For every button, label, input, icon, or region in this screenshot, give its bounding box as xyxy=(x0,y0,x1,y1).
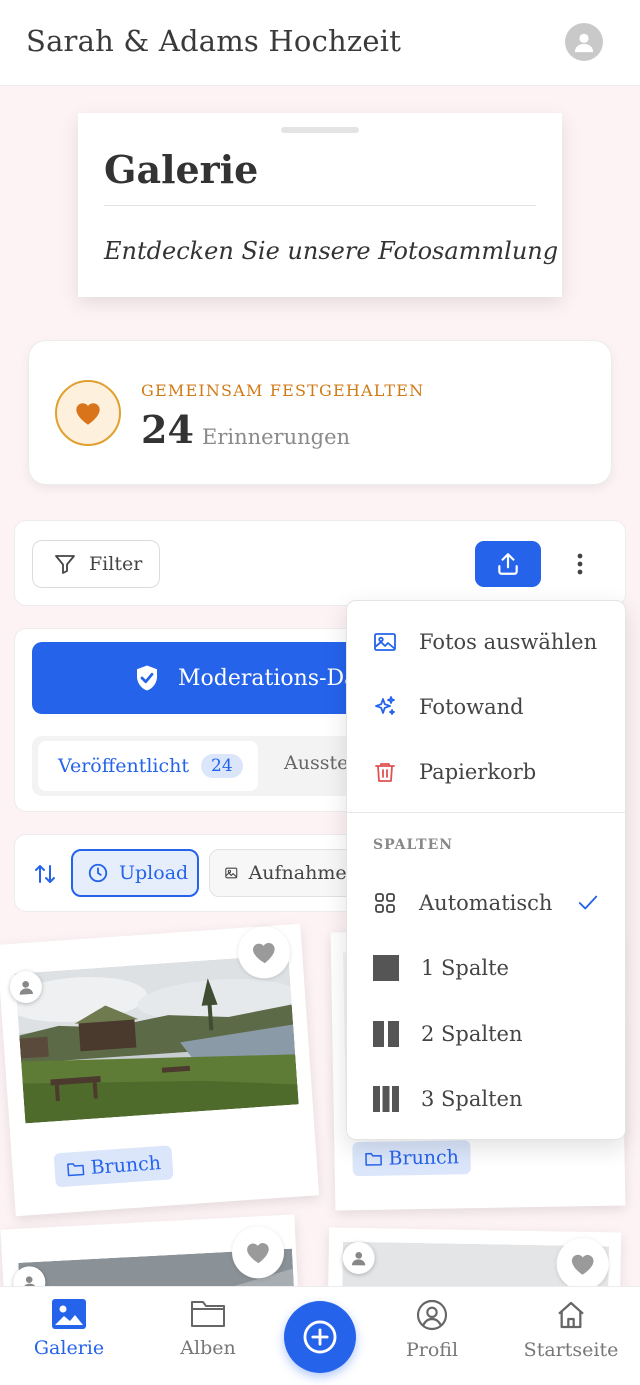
app-title: Sarah & Adams Hochzeit xyxy=(26,24,402,58)
heart-icon xyxy=(571,1254,594,1275)
memories-count: 24 xyxy=(141,407,194,452)
menu-item-label: 2 Spalten xyxy=(421,1022,523,1046)
trash-icon xyxy=(375,763,395,782)
user-icon xyxy=(351,1251,366,1266)
menu-item-columns-auto[interactable]: Automatisch xyxy=(347,875,627,931)
folder-icon xyxy=(365,1152,382,1166)
memories-card: GEMEINSAM FESTGEHALTEN 24 Erinnerungen xyxy=(28,340,612,485)
menu-item-columns-2[interactable]: 2 Spalten xyxy=(347,1006,627,1062)
image-icon xyxy=(225,867,238,879)
memories-heart-badge xyxy=(55,380,121,446)
album-chip-label: Brunch xyxy=(388,1146,460,1170)
plus-circle-icon xyxy=(303,1320,337,1354)
nav-gallery-label: Galerie xyxy=(33,1337,105,1359)
photo-card[interactable]: Brunch xyxy=(0,923,320,1217)
two-columns-icon xyxy=(373,1021,399,1047)
menu-item-label: 3 Spalten xyxy=(421,1087,523,1111)
menu-divider xyxy=(347,812,627,813)
filter-label: Filter xyxy=(89,553,143,575)
menu-item-columns-3[interactable]: 3 Spalten xyxy=(347,1071,627,1127)
user-icon xyxy=(19,981,34,995)
check-icon xyxy=(578,895,598,910)
menu-item-label: Automatisch xyxy=(419,891,553,915)
tab-published-label: Veröffentlicht xyxy=(58,755,190,777)
divider xyxy=(104,205,536,206)
filter-button[interactable]: Filter xyxy=(32,540,160,588)
sort-upload-chip[interactable]: Upload xyxy=(71,849,199,897)
folder-icon xyxy=(67,1163,85,1177)
landscape-photo xyxy=(14,954,299,1124)
user-icon xyxy=(574,33,594,53)
menu-item-label: Papierkorb xyxy=(419,760,537,784)
album-chip-label: Brunch xyxy=(89,1152,162,1179)
heart-icon xyxy=(253,942,275,964)
nav-home-label: Startseite xyxy=(523,1339,619,1361)
upload-icon xyxy=(498,553,518,575)
album-chip[interactable]: Brunch xyxy=(352,1140,472,1177)
one-column-icon xyxy=(373,955,399,981)
page-subtitle: Entdecken Sie unsere Fotosammlung xyxy=(104,237,559,265)
sort-upload-label: Upload xyxy=(119,862,189,884)
options-menu: Fotos auswählen Fotowand Papierkorb SPAL… xyxy=(346,600,627,1140)
clock-icon xyxy=(88,863,108,883)
add-photo-button[interactable] xyxy=(284,1301,356,1373)
user-avatar-button[interactable] xyxy=(565,23,603,61)
nav-albums-label: Alben xyxy=(180,1337,236,1359)
folder-icon xyxy=(191,1301,225,1327)
shield-check-icon xyxy=(137,665,157,691)
user-circle-icon xyxy=(416,1299,448,1331)
album-chip[interactable]: Brunch xyxy=(53,1145,175,1188)
image-icon xyxy=(52,1299,86,1329)
home-icon xyxy=(558,1301,584,1329)
three-columns-icon xyxy=(373,1086,399,1112)
more-vertical-icon xyxy=(577,553,583,575)
nav-albums[interactable]: Alben xyxy=(148,1299,268,1359)
bottom-navigation: Galerie Alben Profil Startseite xyxy=(0,1286,640,1385)
tab-published[interactable]: Veröffentlicht 24 xyxy=(38,741,258,791)
page-title: Galerie xyxy=(104,147,259,192)
grid-icon xyxy=(375,893,395,913)
menu-item-columns-1[interactable]: 1 Spalte xyxy=(347,940,627,996)
menu-item-label: Fotowand xyxy=(419,695,524,719)
nav-profile[interactable]: Profil xyxy=(372,1299,492,1361)
menu-item-photo-wall[interactable]: Fotowand xyxy=(347,679,627,735)
image-icon xyxy=(374,633,396,651)
filter-icon xyxy=(55,555,75,574)
memories-kicker: GEMEINSAM FESTGEHALTEN xyxy=(141,381,425,400)
photo-thumbnail[interactable] xyxy=(14,954,299,1124)
gallery-header-card: Galerie Entdecken Sie unsere Fotosammlun… xyxy=(78,113,562,297)
gallery-toolbar: Filter xyxy=(14,520,626,606)
menu-item-trash[interactable]: Papierkorb xyxy=(347,744,627,800)
nav-profile-label: Profil xyxy=(405,1339,459,1361)
nav-home[interactable]: Startseite xyxy=(511,1299,631,1361)
heart-icon xyxy=(247,1243,269,1264)
heart-icon xyxy=(76,403,100,425)
top-bar: Sarah & Adams Hochzeit xyxy=(0,0,640,86)
columns-section-label: SPALTEN xyxy=(373,837,454,853)
sparkles-icon xyxy=(375,696,395,715)
menu-item-select-photos[interactable]: Fotos auswählen xyxy=(347,614,627,670)
menu-item-label: 1 Spalte xyxy=(421,956,509,980)
drag-handle xyxy=(281,127,359,133)
sort-icon[interactable] xyxy=(33,862,57,886)
more-options-button[interactable] xyxy=(565,545,595,583)
menu-item-label: Fotos auswählen xyxy=(419,630,598,654)
upload-button[interactable] xyxy=(475,541,541,587)
tab-published-count: 24 xyxy=(201,754,243,778)
memories-label: Erinnerungen xyxy=(202,425,351,449)
nav-gallery[interactable]: Galerie xyxy=(9,1299,129,1359)
